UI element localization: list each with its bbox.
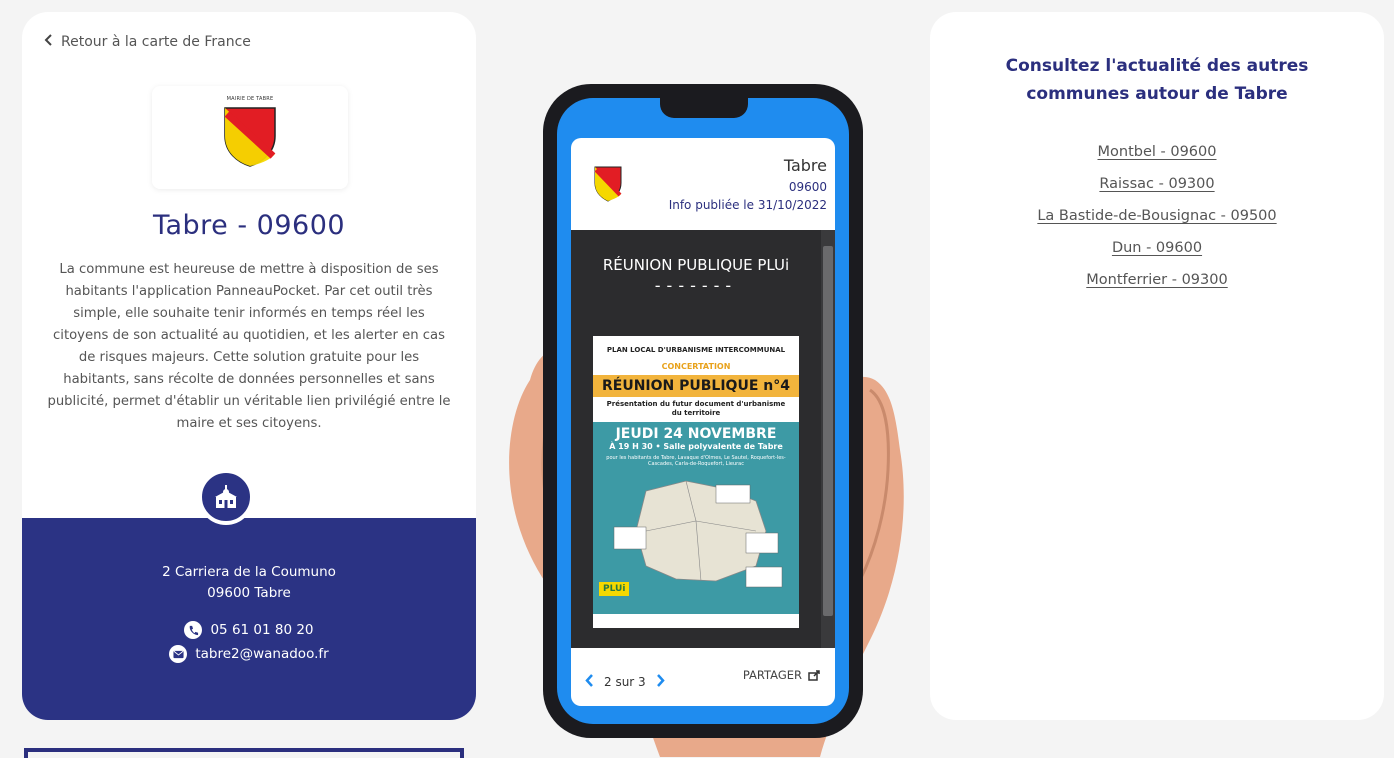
chevron-right-icon — [656, 674, 665, 687]
logo-caption: MAIRIE DE TABRE — [226, 96, 274, 102]
app-post-body[interactable]: RÉUNION PUBLIQUE PLUi ------- PLAN LOCAL… — [571, 230, 835, 648]
commune-title: Tabre - 09600 — [152, 210, 346, 241]
poster-map — [613, 480, 783, 588]
address-line-2: 09600 Tabre — [207, 585, 291, 601]
share-label: PARTAGER — [742, 668, 802, 682]
coat-of-arms-icon — [594, 166, 622, 202]
town-hall-icon — [215, 485, 237, 508]
phone-number: 05 61 01 80 20 — [210, 622, 314, 638]
phone-icon — [184, 621, 203, 639]
neighbour-link[interactable]: Montferrier - 09300 — [930, 264, 1384, 296]
previous-post-button[interactable] — [585, 674, 594, 690]
share-icon — [808, 670, 820, 681]
post-poster-image: PLAN LOCAL D'URBANISME INTERCOMMUNAL CON… — [593, 336, 799, 628]
neighbour-communes-list: Montbel - 09600 Raissac - 09300 La Basti… — [930, 136, 1384, 296]
back-to-map-link[interactable]: Retour à la carte de France — [44, 34, 251, 50]
neighbour-link[interactable]: Montbel - 09600 — [930, 136, 1384, 168]
town-hall-badge — [198, 469, 254, 525]
poster-line-3: RÉUNION PUBLIQUE n°4 — [593, 375, 799, 397]
pager-label: 2 sur 3 — [604, 675, 646, 689]
post-scrollbar[interactable] — [821, 230, 835, 648]
app-header: Tabre 09600 Info publiée le 31/10/2022 — [571, 138, 835, 230]
chevron-left-icon — [585, 674, 593, 687]
next-post-button[interactable] — [656, 674, 665, 690]
neighbour-link[interactable]: La Bastide-de-Bousignac - 09500 — [930, 200, 1384, 232]
poster-event-block: JEUDI 24 NOVEMBRE À 19 H 30 • Salle poly… — [593, 422, 799, 614]
poster-plui-badge: PLUi — [599, 582, 630, 596]
neighbour-link[interactable]: Dun - 09600 — [930, 232, 1384, 264]
back-link-label: Retour à la carte de France — [61, 34, 251, 50]
neighbour-link[interactable]: Raissac - 09300 — [930, 168, 1384, 200]
commune-description: La commune est heureuse de mettre à disp… — [47, 262, 451, 431]
phone-row[interactable]: 05 61 01 80 20 — [22, 621, 476, 639]
app-footer: 2 sur 3 PARTAGER — [571, 648, 835, 706]
poster-line-6: À 19 H 30 • Salle polyvalente de Tabre — [609, 442, 783, 451]
phone-mockup: Tabre 09600 Info publiée le 31/10/2022 R… — [543, 84, 863, 738]
post-title: RÉUNION PUBLIQUE PLUi — [602, 256, 790, 274]
coat-of-arms-icon — [224, 107, 276, 167]
poster-line-7: pour les habitants de Tabre, Lavaque d'O… — [606, 455, 786, 467]
post-pager: 2 sur 3 — [585, 674, 665, 690]
poster-line-5: JEUDI 24 NOVEMBRE — [615, 426, 777, 442]
post-separator: ------- — [654, 276, 738, 295]
email-address: tabre2@wanadoo.fr — [195, 646, 329, 662]
share-button[interactable]: PARTAGER — [743, 668, 821, 682]
poster-line-4: Présentation du futur document d'urbanis… — [606, 400, 786, 417]
poster-line-2: CONCERTATION — [661, 362, 731, 371]
neighbour-communes-title: Consultez l'actualité des autres commune… — [1005, 56, 1309, 104]
app-published-date: Info publiée le 31/10/2022 — [668, 198, 827, 212]
app-postcode: 09600 — [788, 180, 827, 194]
app-town-name: Tabre — [783, 156, 827, 175]
phone-notch — [660, 98, 748, 118]
address: 2 Carriera de la Coumuno 09600 Tabre — [22, 562, 476, 604]
poster-line-1: PLAN LOCAL D'URBANISME INTERCOMMUNAL — [606, 346, 786, 354]
commune-logo: MAIRIE DE TABRE — [152, 86, 348, 189]
contact-section: 2 Carriera de la Coumuno 09600 Tabre 05 … — [22, 518, 476, 720]
post-scrollbar-thumb[interactable] — [823, 246, 833, 616]
phone-screen: Tabre 09600 Info publiée le 31/10/2022 R… — [557, 98, 849, 724]
neighbour-communes-card: Consultez l'actualité des autres commune… — [930, 12, 1384, 720]
email-row[interactable]: tabre2@wanadoo.fr — [22, 645, 476, 663]
mail-icon — [169, 645, 188, 663]
chevron-left-icon — [44, 34, 53, 50]
commune-info-card: Retour à la carte de France MAIRIE DE TA… — [22, 12, 476, 720]
address-line-1: 2 Carriera de la Coumuno — [162, 564, 336, 580]
